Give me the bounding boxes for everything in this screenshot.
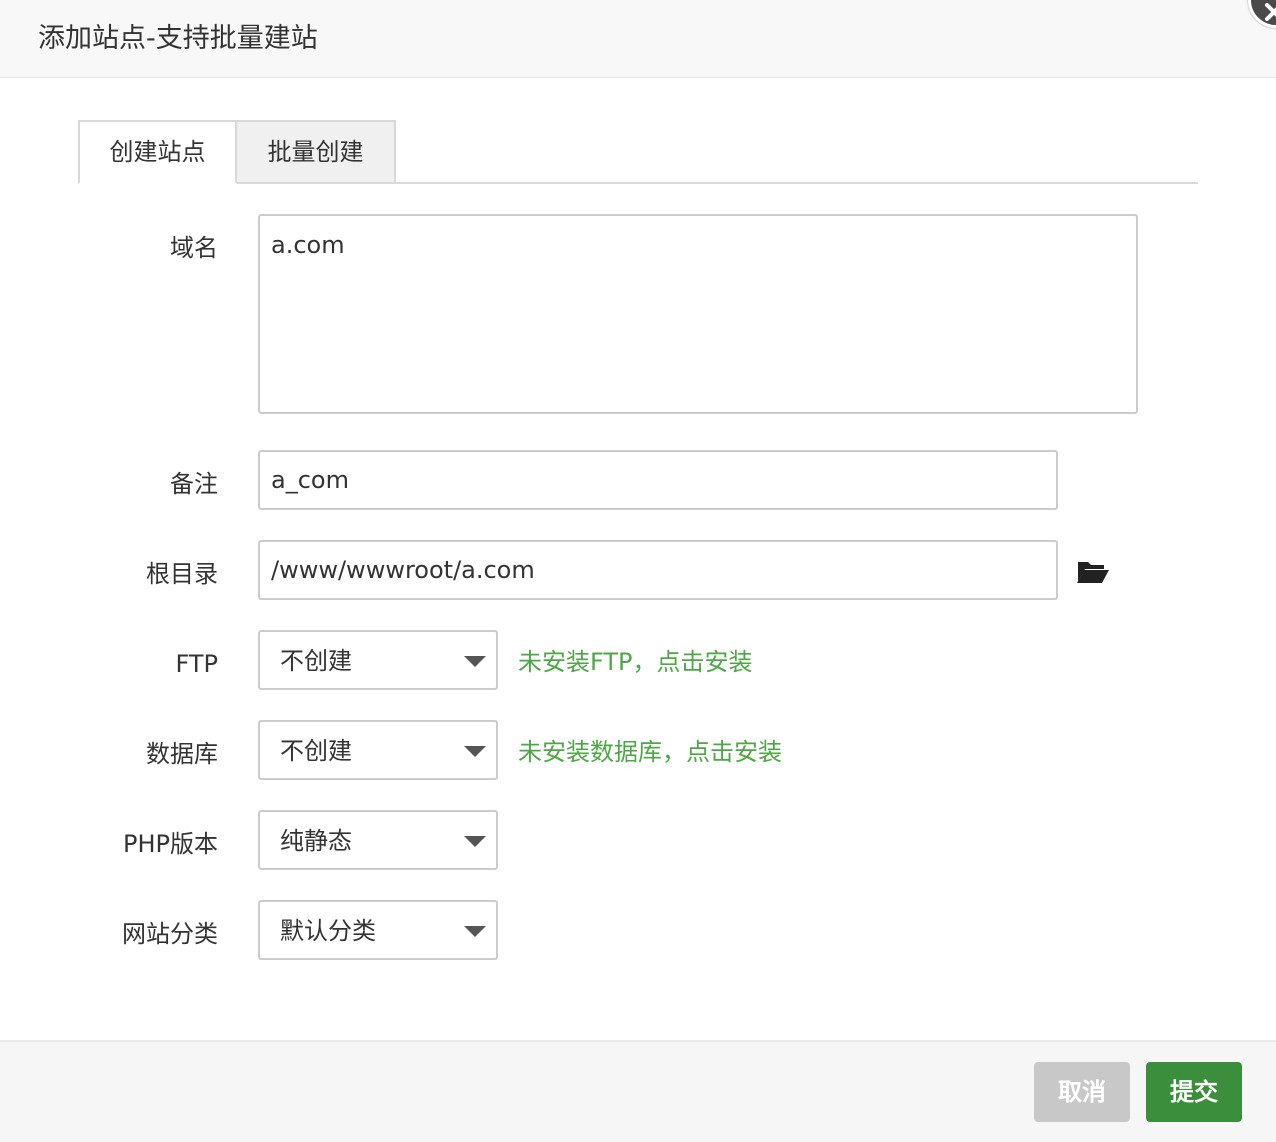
close-icon [1265, 3, 1276, 21]
ftp-install-link[interactable]: 未安装FTP，点击安装 [518, 645, 753, 679]
dialog-title: 添加站点-支持批量建站 [38, 23, 318, 54]
site-category-select[interactable]: 默认分类 [258, 900, 498, 960]
folder-open-icon[interactable] [1076, 559, 1110, 585]
php-version-select[interactable]: 纯静态 [258, 810, 498, 870]
php-version-label: PHP版本 [123, 830, 218, 858]
root-dir-input[interactable] [258, 540, 1058, 600]
chevron-down-icon [464, 656, 486, 667]
domain-label: 域名 [170, 234, 218, 262]
php-version-select-value: 纯静态 [280, 827, 352, 855]
database-select[interactable]: 不创建 [258, 720, 498, 780]
chevron-down-icon [464, 746, 486, 757]
remark-input[interactable] [258, 450, 1058, 510]
site-category-select-value: 默认分类 [280, 917, 376, 945]
root-dir-label: 根目录 [146, 560, 218, 588]
tab-batch-create[interactable]: 批量创建 [237, 120, 396, 184]
dialog-header: 添加站点-支持批量建站 [0, 0, 1276, 78]
database-label: 数据库 [146, 740, 218, 768]
ftp-label: FTP [175, 650, 218, 678]
tab-create-site[interactable]: 创建站点 [78, 120, 237, 184]
submit-button[interactable]: 提交 [1146, 1062, 1242, 1122]
add-site-dialog: 添加站点-支持批量建站 创建站点 批量创建 域名 a.com 备注 根目录 FT… [0, 0, 1276, 1142]
domain-textarea[interactable]: a.com [258, 214, 1138, 414]
cancel-button[interactable]: 取消 [1034, 1062, 1130, 1122]
database-install-link[interactable]: 未安装数据库，点击安装 [518, 735, 782, 769]
chevron-down-icon [464, 836, 486, 847]
remark-label: 备注 [170, 470, 218, 498]
chevron-down-icon [464, 926, 486, 937]
site-category-label: 网站分类 [122, 920, 218, 948]
ftp-select[interactable]: 不创建 [258, 630, 498, 690]
tab-bar: 创建站点 批量创建 [78, 120, 1198, 184]
database-select-value: 不创建 [280, 737, 352, 765]
ftp-select-value: 不创建 [280, 647, 352, 675]
